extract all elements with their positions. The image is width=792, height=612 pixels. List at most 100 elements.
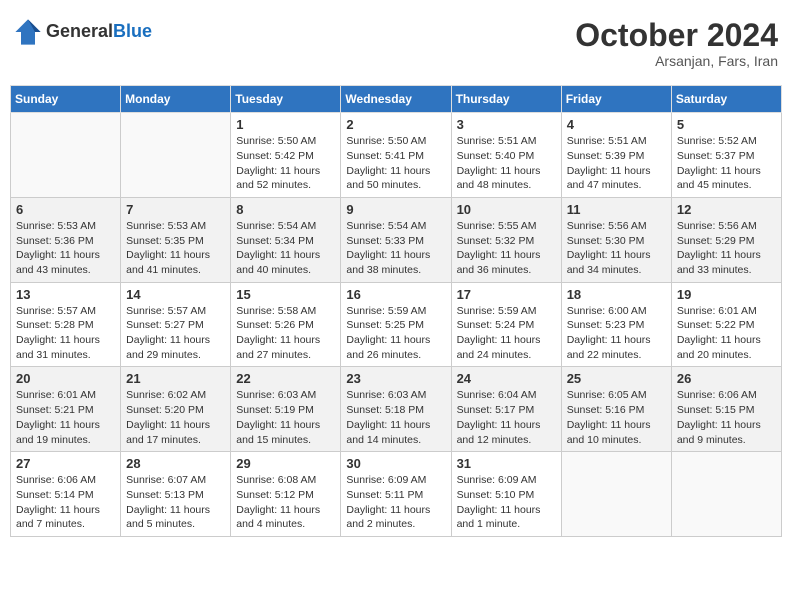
calendar-cell: 15 Sunrise: 5:58 AM Sunset: 5:26 PM Dayli… (231, 282, 341, 367)
day-info: Sunrise: 6:00 AM Sunset: 5:23 PM Dayligh… (567, 304, 666, 363)
calendar-cell: 26 Sunrise: 6:06 AM Sunset: 5:15 PM Dayli… (671, 367, 781, 452)
day-info: Sunrise: 6:08 AM Sunset: 5:12 PM Dayligh… (236, 473, 335, 532)
col-header-sunday: Sunday (11, 86, 121, 113)
calendar-cell: 16 Sunrise: 5:59 AM Sunset: 5:25 PM Dayli… (341, 282, 451, 367)
day-info: Sunrise: 6:01 AM Sunset: 5:22 PM Dayligh… (677, 304, 776, 363)
col-header-thursday: Thursday (451, 86, 561, 113)
day-number: 14 (126, 287, 225, 302)
page-header: GeneralBlue October 2024 Arsanjan, Fars,… (10, 10, 782, 77)
day-number: 11 (567, 202, 666, 217)
title-block: October 2024 Arsanjan, Fars, Iran (575, 18, 778, 69)
day-number: 25 (567, 371, 666, 386)
calendar-cell: 30 Sunrise: 6:09 AM Sunset: 5:11 PM Dayli… (341, 452, 451, 537)
day-info: Sunrise: 6:02 AM Sunset: 5:20 PM Dayligh… (126, 388, 225, 447)
day-number: 1 (236, 117, 335, 132)
day-info: Sunrise: 5:51 AM Sunset: 5:39 PM Dayligh… (567, 134, 666, 193)
calendar-cell: 31Sunrise: 6:09 AM Sunset: 5:10 PM Dayli… (451, 452, 561, 537)
day-info: Sunrise: 5:59 AM Sunset: 5:25 PM Dayligh… (346, 304, 445, 363)
day-number: 26 (677, 371, 776, 386)
calendar-cell: 6Sunrise: 5:53 AM Sunset: 5:36 PM Daylig… (11, 197, 121, 282)
logo-blue: Blue (113, 21, 152, 41)
col-header-monday: Monday (121, 86, 231, 113)
day-number: 19 (677, 287, 776, 302)
day-number: 8 (236, 202, 335, 217)
calendar-cell: 2Sunrise: 5:50 AM Sunset: 5:41 PM Daylig… (341, 113, 451, 198)
calendar-week-2: 6Sunrise: 5:53 AM Sunset: 5:36 PM Daylig… (11, 197, 782, 282)
calendar-cell: 3 Sunrise: 5:51 AM Sunset: 5:40 PM Daylig… (451, 113, 561, 198)
calendar-cell: 12 Sunrise: 5:56 AM Sunset: 5:29 PM Dayli… (671, 197, 781, 282)
day-info: Sunrise: 5:57 AM Sunset: 5:28 PM Dayligh… (16, 304, 115, 363)
calendar-week-1: 1 Sunrise: 5:50 AM Sunset: 5:42 PM Daylig… (11, 113, 782, 198)
day-number: 23 (346, 371, 445, 386)
calendar-cell: 27Sunrise: 6:06 AM Sunset: 5:14 PM Dayli… (11, 452, 121, 537)
day-info: Sunrise: 5:57 AM Sunset: 5:27 PM Dayligh… (126, 304, 225, 363)
calendar-cell: 7Sunrise: 5:53 AM Sunset: 5:35 PM Daylig… (121, 197, 231, 282)
calendar-cell: 28 Sunrise: 6:07 AM Sunset: 5:13 PM Dayli… (121, 452, 231, 537)
day-number: 17 (457, 287, 556, 302)
day-number: 6 (16, 202, 115, 217)
day-number: 21 (126, 371, 225, 386)
day-number: 20 (16, 371, 115, 386)
day-info: Sunrise: 5:51 AM Sunset: 5:40 PM Dayligh… (457, 134, 556, 193)
logo-general: General (46, 21, 113, 41)
calendar-cell (121, 113, 231, 198)
logo: GeneralBlue (14, 18, 152, 46)
calendar-cell: 5 Sunrise: 5:52 AM Sunset: 5:37 PM Daylig… (671, 113, 781, 198)
day-info: Sunrise: 5:59 AM Sunset: 5:24 PM Dayligh… (457, 304, 556, 363)
day-number: 3 (457, 117, 556, 132)
day-number: 9 (346, 202, 445, 217)
day-number: 27 (16, 456, 115, 471)
day-number: 12 (677, 202, 776, 217)
calendar-cell: 29 Sunrise: 6:08 AM Sunset: 5:12 PM Dayli… (231, 452, 341, 537)
day-info: Sunrise: 6:06 AM Sunset: 5:15 PM Dayligh… (677, 388, 776, 447)
day-number: 7 (126, 202, 225, 217)
day-info: Sunrise: 6:09 AM Sunset: 5:11 PM Dayligh… (346, 473, 445, 532)
day-number: 2 (346, 117, 445, 132)
day-number: 18 (567, 287, 666, 302)
calendar-cell: 23Sunrise: 6:03 AM Sunset: 5:18 PM Dayli… (341, 367, 451, 452)
calendar-cell (11, 113, 121, 198)
calendar-cell: 13 Sunrise: 5:57 AM Sunset: 5:28 PM Dayli… (11, 282, 121, 367)
calendar-cell: 20 Sunrise: 6:01 AM Sunset: 5:21 PM Dayli… (11, 367, 121, 452)
calendar-cell (671, 452, 781, 537)
col-header-saturday: Saturday (671, 86, 781, 113)
day-number: 15 (236, 287, 335, 302)
day-info: Sunrise: 5:54 AM Sunset: 5:33 PM Dayligh… (346, 219, 445, 278)
day-number: 10 (457, 202, 556, 217)
calendar-week-4: 20 Sunrise: 6:01 AM Sunset: 5:21 PM Dayli… (11, 367, 782, 452)
calendar-cell: 10 Sunrise: 5:55 AM Sunset: 5:32 PM Dayli… (451, 197, 561, 282)
day-info: Sunrise: 5:58 AM Sunset: 5:26 PM Dayligh… (236, 304, 335, 363)
day-info: Sunrise: 6:04 AM Sunset: 5:17 PM Dayligh… (457, 388, 556, 447)
calendar-cell: 19 Sunrise: 6:01 AM Sunset: 5:22 PM Dayli… (671, 282, 781, 367)
day-info: Sunrise: 6:05 AM Sunset: 5:16 PM Dayligh… (567, 388, 666, 447)
calendar-cell: 9 Sunrise: 5:54 AM Sunset: 5:33 PM Daylig… (341, 197, 451, 282)
calendar-header-row: SundayMondayTuesdayWednesdayThursdayFrid… (11, 86, 782, 113)
day-info: Sunrise: 5:56 AM Sunset: 5:30 PM Dayligh… (567, 219, 666, 278)
location-subtitle: Arsanjan, Fars, Iran (575, 53, 778, 69)
calendar-week-5: 27Sunrise: 6:06 AM Sunset: 5:14 PM Dayli… (11, 452, 782, 537)
day-info: Sunrise: 5:56 AM Sunset: 5:29 PM Dayligh… (677, 219, 776, 278)
day-number: 5 (677, 117, 776, 132)
calendar-cell: 4 Sunrise: 5:51 AM Sunset: 5:39 PM Daylig… (561, 113, 671, 198)
calendar-cell: 8 Sunrise: 5:54 AM Sunset: 5:34 PM Daylig… (231, 197, 341, 282)
day-info: Sunrise: 5:50 AM Sunset: 5:42 PM Dayligh… (236, 134, 335, 193)
day-number: 24 (457, 371, 556, 386)
day-number: 30 (346, 456, 445, 471)
day-info: Sunrise: 6:01 AM Sunset: 5:21 PM Dayligh… (16, 388, 115, 447)
month-title: October 2024 (575, 18, 778, 53)
day-info: Sunrise: 5:54 AM Sunset: 5:34 PM Dayligh… (236, 219, 335, 278)
calendar-cell: 24 Sunrise: 6:04 AM Sunset: 5:17 PM Dayli… (451, 367, 561, 452)
day-info: Sunrise: 5:55 AM Sunset: 5:32 PM Dayligh… (457, 219, 556, 278)
day-number: 29 (236, 456, 335, 471)
day-info: Sunrise: 6:07 AM Sunset: 5:13 PM Dayligh… (126, 473, 225, 532)
day-number: 28 (126, 456, 225, 471)
day-number: 16 (346, 287, 445, 302)
calendar-cell: 14 Sunrise: 5:57 AM Sunset: 5:27 PM Dayli… (121, 282, 231, 367)
calendar-week-3: 13 Sunrise: 5:57 AM Sunset: 5:28 PM Dayli… (11, 282, 782, 367)
day-number: 4 (567, 117, 666, 132)
calendar-cell: 22Sunrise: 6:03 AM Sunset: 5:19 PM Dayli… (231, 367, 341, 452)
day-number: 13 (16, 287, 115, 302)
day-info: Sunrise: 6:09 AM Sunset: 5:10 PM Dayligh… (457, 473, 556, 532)
logo-icon (14, 18, 42, 46)
day-info: Sunrise: 5:52 AM Sunset: 5:37 PM Dayligh… (677, 134, 776, 193)
